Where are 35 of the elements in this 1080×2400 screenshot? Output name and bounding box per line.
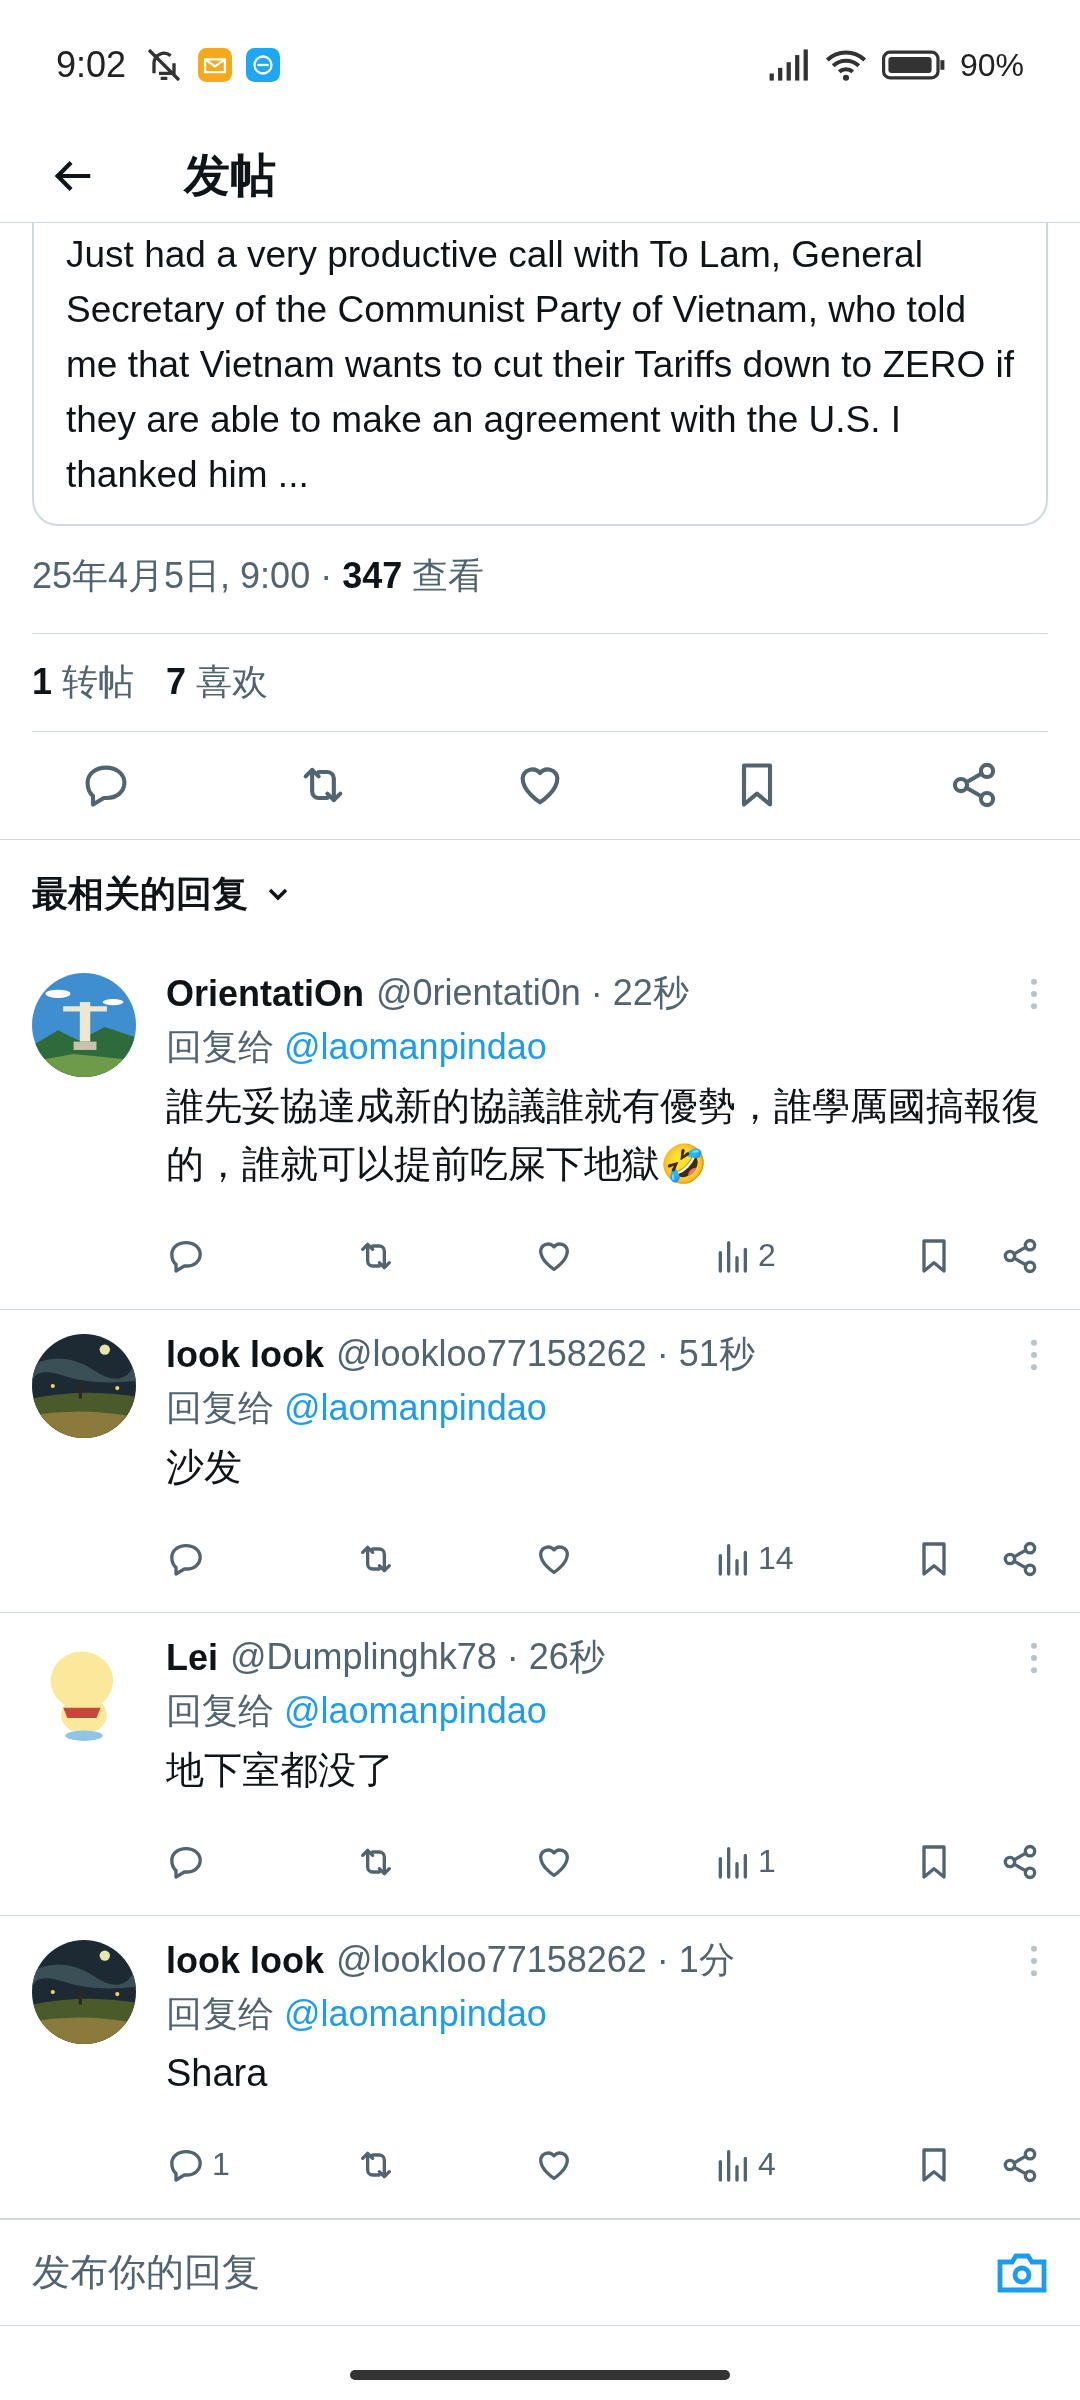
post-timestamp-views: 25年4月5日, 9:00 · 347 查看 <box>32 555 485 596</box>
views-button[interactable]: 14 <box>712 1538 862 1579</box>
reply-input-field[interactable]: 发布你的回复 <box>32 2250 976 2294</box>
reply-to-text: 回复给 @laomanpindao <box>166 1024 548 1069</box>
battery-percent: 90% <box>959 46 1024 84</box>
user-handle-time: @lookloo77158262 · 51秒 <box>336 1332 756 1377</box>
reply-to-text: 回复给 @laomanpindao <box>166 1991 548 2036</box>
user-handle-time: @0rientati0n · 22秒 <box>376 971 690 1016</box>
reply-text: Shara <box>166 2050 269 2096</box>
wifi-icon <box>823 48 868 82</box>
user-handle-time: @lookloo77158262 · 1分 <box>336 1938 736 1983</box>
clock-time: 9:02 <box>56 44 127 86</box>
reply-text: 誰先妥協達成新的協議誰就有優勢，誰學厲國搞報復的，誰就可以提前吃屎下地獄🤣 <box>166 1083 1041 1187</box>
reply-text: 地下室都没了 <box>166 1747 395 1793</box>
battery-icon <box>881 49 946 81</box>
user-name[interactable]: OrientatiOn <box>166 972 365 1015</box>
reply-button[interactable]: 1 <box>166 2144 356 2185</box>
engagement-stat[interactable]: 7 喜欢 <box>166 658 269 707</box>
views-button[interactable]: 1 <box>712 1841 862 1882</box>
reply-text: 沙发 <box>166 1444 243 1490</box>
sort-dropdown[interactable]: 最相关的回复 <box>32 869 294 919</box>
user-handle-time: @Dumplinghk78 · 26秒 <box>230 1635 606 1680</box>
user-name[interactable]: Lei <box>166 1636 218 1679</box>
quoted-post-text: Just had a very productive call with To Lam, General Secretary of the Communist Party of Vietnam, who told me that Vietnam wants to cut their Tariffs down to ZERO if they are able to make an agreement with the U.S. I thanked him ... <box>66 233 1016 497</box>
user-name[interactable]: look look <box>166 1939 324 1982</box>
mail-app-icon <box>198 48 233 82</box>
views-button[interactable]: 4 <box>712 2144 862 2185</box>
engagement-stat[interactable]: 1 转帖 <box>32 658 135 707</box>
views-button[interactable]: 2 <box>712 1235 862 1276</box>
app-icon <box>246 48 281 82</box>
reply-to-text: 回复给 @laomanpindao <box>166 1688 548 1733</box>
user-name[interactable]: look look <box>166 1333 324 1376</box>
page-title: 发帖 <box>184 148 276 203</box>
reply-to-text: 回复给 @laomanpindao <box>166 1385 548 1430</box>
quoted-post-card[interactable] <box>32 223 1048 526</box>
